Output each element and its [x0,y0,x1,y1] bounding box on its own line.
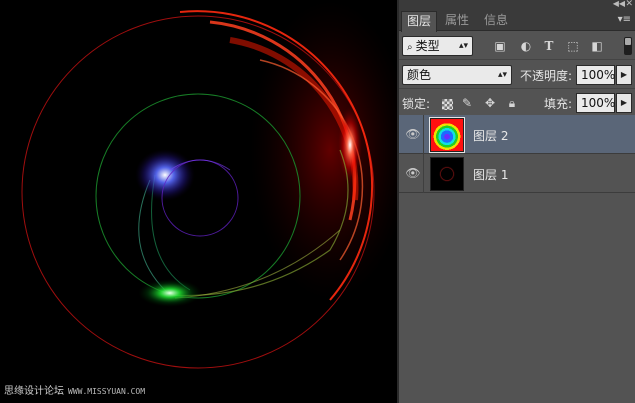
smart-object-filter-icon[interactable]: ◧ [589,38,605,54]
dropdown-arrow-icon: ▴▾ [458,41,468,51]
fill-label: 填充: [544,97,573,111]
tab-properties[interactable]: 属性 [440,11,474,31]
adjustment-layer-filter-icon[interactable]: ◐ [518,38,534,54]
blend-mode-value: 颜色 [407,68,432,82]
layer-thumbnail-dark [430,157,464,191]
filter-toggle-switch[interactable] [624,37,632,55]
opacity-label: 不透明度: [520,69,573,83]
lock-label: 锁定: [402,97,431,111]
layer-row-1[interactable]: 👁︎ 图层 1 [399,154,635,193]
eye-column-divider [423,115,424,154]
layer-name[interactable]: 图层 1 [473,166,508,183]
layer-name[interactable]: 图层 2 [473,127,508,144]
collapse-panel-icon[interactable]: ◀◀ [613,0,625,9]
shape-layer-filter-icon[interactable]: ⬚ [565,38,581,54]
lock-position-move-icon[interactable]: ✥ [483,96,497,110]
panel-header-strip: ◀◀ ✕ [399,0,635,10]
layer-filter-select[interactable]: ⌕ 类型 ▴▾ [402,36,473,56]
eye-column-divider [423,154,424,193]
light-rings-artwork [21,0,397,369]
close-panel-icon[interactable]: ✕ [625,0,633,9]
panel-tabbar: 图层 属性 信息 ▾≡ [399,10,635,32]
search-icon: ⌕ [407,42,413,53]
layer-filter-row: ⌕ 类型 ▴▾ ▣ ◐ T ⬚ ◧ [399,31,635,60]
visibility-eye-icon[interactable]: 👁︎ [405,166,421,180]
layer-filter-value: 类型 [415,39,440,53]
pixel-layer-filter-icon[interactable]: ▣ [492,38,508,54]
tab-layers[interactable]: 图层 [401,11,438,32]
document-canvas[interactable]: 思缘设计论坛 WWW.MISSYUAN.COM [0,0,397,403]
panel-menu-icon[interactable]: ▾≡ [618,14,631,25]
layer-row-2[interactable]: 👁︎ 图层 2 [399,115,635,154]
type-layer-filter-icon[interactable]: T [541,38,557,54]
dropdown-arrow-icon: ▴▾ [497,70,507,80]
opacity-input[interactable]: 100% [576,65,615,85]
lock-all-padlock-icon[interactable]: 🔒︎ [505,96,519,110]
lock-image-pixels-brush-icon[interactable]: ✎ [460,96,474,110]
layers-list: 👁︎ 图层 2 👁︎ 图层 1 [399,115,635,193]
blend-mode-select[interactable]: 颜色 ▴▾ [402,65,512,85]
watermark: 思缘设计论坛 WWW.MISSYUAN.COM [4,382,145,397]
fill-input[interactable]: 100% [576,93,615,113]
layer-thumbnail-rainbow [429,117,465,153]
lock-transparent-pixels-icon[interactable] [442,99,453,110]
opacity-slider-button[interactable]: ▶ [616,65,632,85]
tab-info[interactable]: 信息 [479,11,513,31]
watermark-url: WWW.MISSYUAN.COM [68,387,146,396]
watermark-text: 思缘设计论坛 [4,386,64,397]
fill-slider-button[interactable]: ▶ [616,93,632,113]
blend-opacity-row: 颜色 ▴▾ 不透明度: 100% ▶ [399,60,635,89]
layers-panel: ◀◀ ✕ 图层 属性 信息 ▾≡ ⌕ 类型 ▴▾ ▣ ◐ T ⬚ ◧ 颜色 ▴▾ … [399,0,635,403]
lock-fill-row: 锁定: ✎ ✥ 🔒︎ 填充: 100% ▶ [399,89,635,118]
visibility-eye-icon[interactable]: 👁︎ [405,127,421,141]
